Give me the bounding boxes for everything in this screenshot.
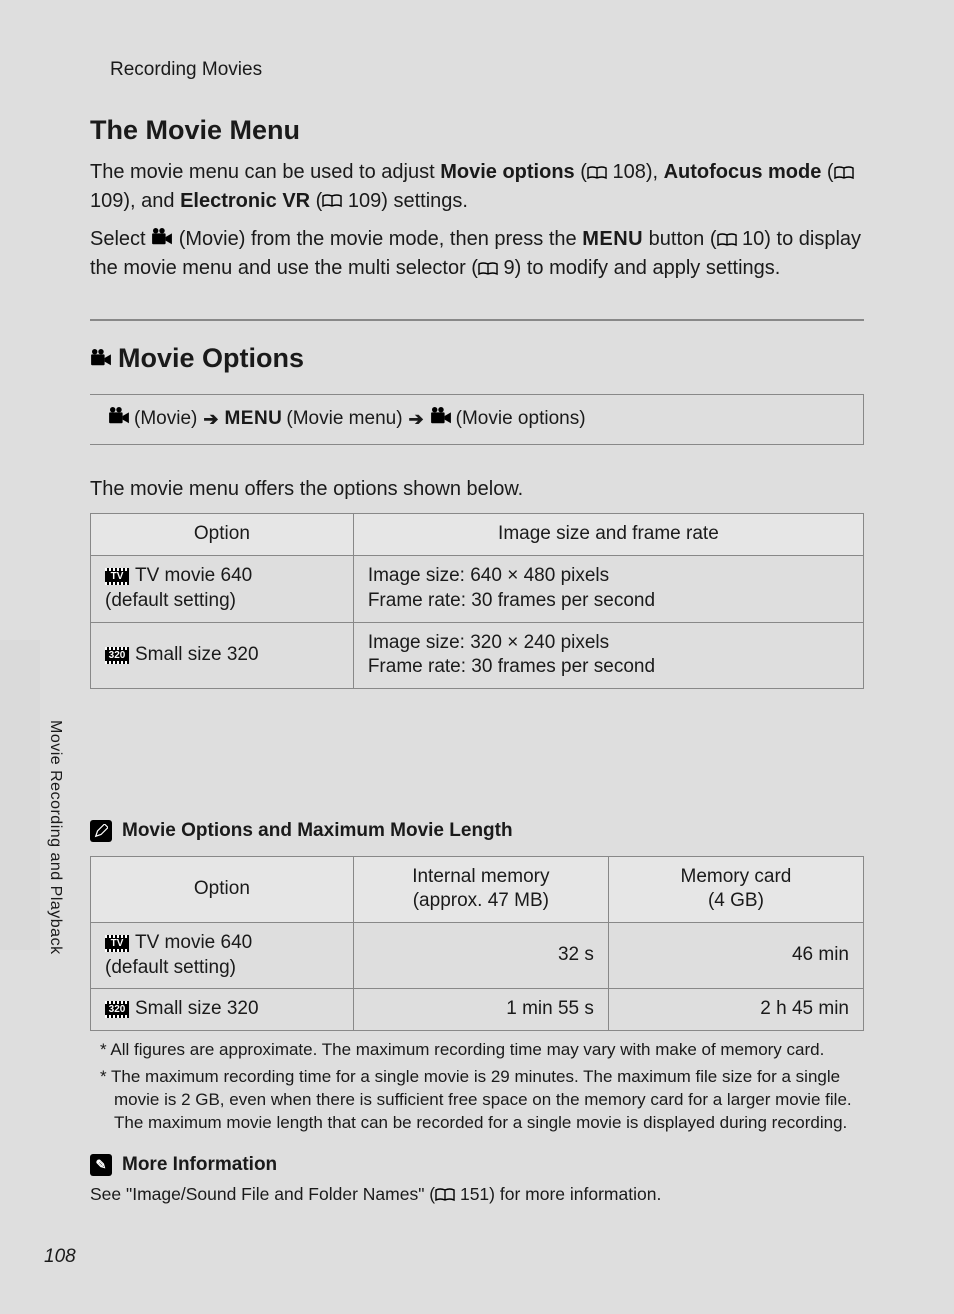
arrow-right-icon: ➔: [203, 408, 218, 431]
table-row: TV TV movie 640 (default setting) Image …: [91, 556, 864, 622]
pencil-note-icon: [90, 820, 112, 842]
table-header: Internal memory (approx. 47 MB): [353, 856, 608, 922]
footnote: * All figures are approximate. The maxim…: [90, 1039, 864, 1062]
callout-heading-max-length: Movie Options and Maximum Movie Length: [90, 819, 864, 844]
table-header: Option: [91, 856, 354, 922]
value-cell: 46 min: [608, 922, 863, 988]
heading-movie-options: Movie Options: [90, 341, 864, 376]
footnote: * The maximum recording time for a singl…: [90, 1066, 864, 1135]
film-badge-icon: 320: [105, 1001, 129, 1018]
option-desc: Image size: 640 × 480 pixels: [368, 564, 849, 589]
max-length-table: Option Internal memory (approx. 47 MB) M…: [90, 856, 864, 1031]
heading-more-information: ✎ More Information: [90, 1153, 864, 1178]
value-cell: 32 s: [353, 922, 608, 988]
option-label: TV movie 640: [135, 931, 252, 956]
table-header: Memory card (4 GB): [608, 856, 863, 922]
option-desc: Image size: 320 × 240 pixels: [368, 631, 849, 656]
book-icon: [435, 1184, 455, 1207]
option-label: TV movie 640: [135, 564, 252, 589]
breadcrumb-path: (Movie) ➔ MENU (Movie menu) ➔ (Movie opt…: [90, 394, 864, 446]
intro-paragraph-2: Select (Movie) from the movie mode, then…: [90, 225, 864, 282]
option-label: Small size 320: [135, 643, 259, 668]
film-badge-icon: TV: [105, 935, 129, 952]
footnotes: * All figures are approximate. The maxim…: [90, 1039, 864, 1135]
page-content: Recording Movies The Movie Menu The movi…: [0, 0, 954, 1314]
arrow-right-icon: ➔: [409, 408, 424, 431]
option-desc: Frame rate: 30 frames per second: [368, 655, 849, 680]
value-cell: 2 h 45 min: [608, 989, 863, 1031]
option-sublabel: (default setting): [105, 956, 339, 981]
film-badge-icon: TV: [105, 568, 129, 585]
movie-options-table: Option Image size and frame rate TV TV m…: [90, 513, 864, 688]
movie-icon: [430, 407, 452, 433]
divider: [90, 319, 864, 321]
book-icon: [322, 187, 342, 215]
info-icon: ✎: [90, 1154, 112, 1176]
table-row: 320 Small size 320 Image size: 320 × 240…: [91, 622, 864, 688]
film-badge-icon: 320: [105, 647, 129, 664]
book-icon: [834, 159, 854, 187]
option-desc: Frame rate: 30 frames per second: [368, 589, 849, 614]
book-icon: [478, 255, 498, 283]
heading-movie-menu: The Movie Menu: [90, 113, 864, 148]
value-cell: 1 min 55 s: [353, 989, 608, 1031]
book-icon: [717, 226, 737, 254]
movie-icon: [151, 226, 173, 254]
option-label: Small size 320: [135, 997, 259, 1022]
table-header: Image size and frame rate: [353, 514, 863, 556]
table-row: 320 Small size 320 1 min 55 s 2 h 45 min: [91, 989, 864, 1031]
menu-label: MENU: [582, 228, 643, 250]
running-header: Recording Movies: [110, 58, 864, 83]
sub-text: The movie menu offers the options shown …: [90, 475, 864, 503]
book-icon: [587, 159, 607, 187]
table-header: Option: [91, 514, 354, 556]
more-info-text: See "Image/Sound File and Folder Names" …: [90, 1183, 864, 1207]
intro-paragraph-1: The movie menu can be used to adjust Mov…: [90, 158, 864, 215]
table-row: TV TV movie 640 (default setting) 32 s 4…: [91, 922, 864, 988]
movie-icon: [108, 407, 130, 433]
option-sublabel: (default setting): [105, 589, 339, 614]
movie-icon: [90, 341, 112, 376]
